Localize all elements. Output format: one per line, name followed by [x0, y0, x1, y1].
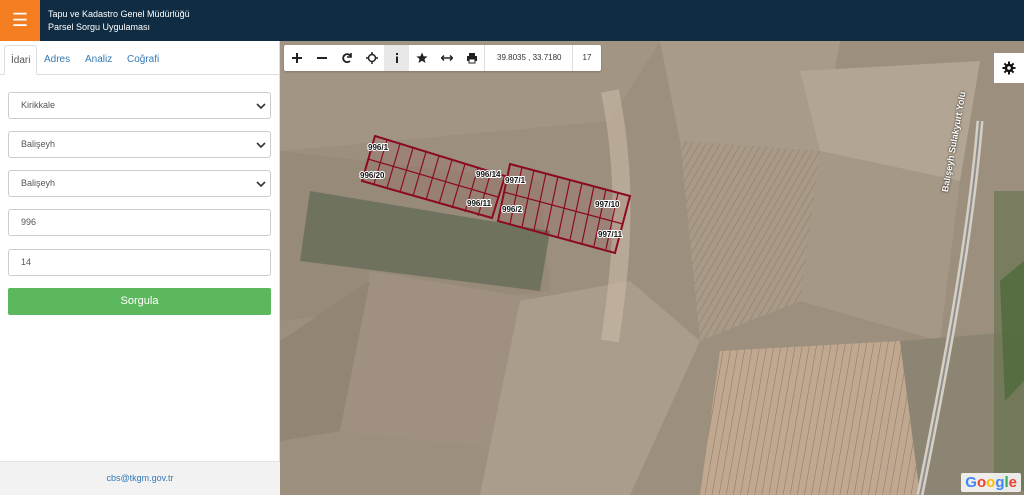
info-icon — [395, 53, 398, 63]
province-select[interactable]: Kirikkale — [8, 92, 271, 119]
zoom-level-readout: 17 — [571, 45, 602, 71]
refresh-icon — [341, 53, 352, 64]
refresh-button[interactable] — [334, 45, 359, 71]
neighborhood-select-value: Balişeyh — [21, 178, 56, 188]
plus-icon — [291, 53, 302, 63]
hamburger-icon: ☰ — [11, 10, 29, 30]
province-select-value: Kirikkale — [21, 100, 56, 110]
sidebar-tabs: İdari Adres Analiz Coğrafi — [0, 45, 280, 75]
parcel-label: 996/20 — [360, 171, 385, 180]
measure-button[interactable] — [434, 45, 459, 71]
zoom-out-button[interactable] — [309, 45, 334, 71]
parcel-label: 997/1 — [505, 176, 526, 185]
parcel-label: 996/14 — [476, 170, 501, 179]
block-no-input[interactable]: 996 — [8, 209, 271, 236]
zoom-in-button[interactable] — [284, 45, 309, 71]
gear-icon — [1002, 61, 1016, 75]
app-title-line1: Tapu ve Kadastro Genel Müdürlüğü — [48, 9, 190, 19]
neighborhood-select[interactable]: Balişeyh — [8, 170, 271, 197]
menu-button[interactable]: ☰ — [0, 0, 40, 41]
query-button[interactable]: Sorgula — [8, 288, 271, 315]
parcel-label: 996/2 — [502, 205, 523, 214]
coordinate-readout: 39.8035 , 33.7180 — [484, 45, 572, 71]
chevron-down-icon — [256, 181, 266, 188]
map-view[interactable]: 996/1 996/14 996/20 996/11 997/1 997/10 … — [280, 41, 1024, 495]
print-button[interactable] — [459, 45, 484, 71]
parcel-label: 996/11 — [467, 199, 492, 208]
print-icon — [466, 53, 477, 64]
tab-idari[interactable]: İdari — [4, 45, 38, 75]
chevron-down-icon — [256, 142, 266, 149]
google-logo: Google — [961, 473, 1021, 492]
parcel-label: 997/11 — [598, 230, 623, 239]
app-title-line2: Parsel Sorgu Uygulaması — [48, 22, 151, 32]
parcel-label: 996/1 — [368, 143, 389, 152]
tab-analiz[interactable]: Analiz — [79, 45, 118, 75]
tab-adres[interactable]: Adres — [38, 45, 76, 75]
crosshair-icon — [365, 52, 378, 64]
satellite-map[interactable]: 996/1 996/14 996/20 996/11 997/1 997/10 … — [280, 41, 1024, 495]
district-select-value: Balişeyh — [21, 139, 56, 149]
info-button[interactable] — [384, 45, 409, 71]
tab-cografi[interactable]: Coğrafi — [121, 45, 165, 75]
arrows-horizontal-icon — [440, 54, 453, 62]
parcel-label: 997/10 — [595, 200, 620, 209]
sidebar: İdari Adres Analiz Coğrafi Kirikkale Bal… — [0, 41, 280, 495]
locate-button[interactable] — [359, 45, 384, 71]
district-select[interactable]: Balişeyh — [8, 131, 271, 158]
footer-email-link[interactable]: cbs@tkgm.gov.tr — [0, 461, 280, 495]
parcel-no-value: 14 — [21, 257, 32, 267]
app-header: ☰ Tapu ve Kadastro Genel Müdürlüğü Parse… — [0, 0, 1024, 41]
block-no-value: 996 — [21, 217, 37, 227]
star-icon — [416, 52, 427, 63]
parcel-no-input[interactable]: 14 — [8, 249, 271, 276]
settings-button[interactable] — [994, 53, 1024, 83]
favorite-button[interactable] — [409, 45, 434, 71]
app-title: Tapu ve Kadastro Genel Müdürlüğü Parsel … — [48, 8, 190, 34]
minus-icon — [316, 57, 327, 59]
map-toolbar: 39.8035 , 33.7180 17 — [284, 45, 602, 71]
chevron-down-icon — [256, 103, 266, 110]
